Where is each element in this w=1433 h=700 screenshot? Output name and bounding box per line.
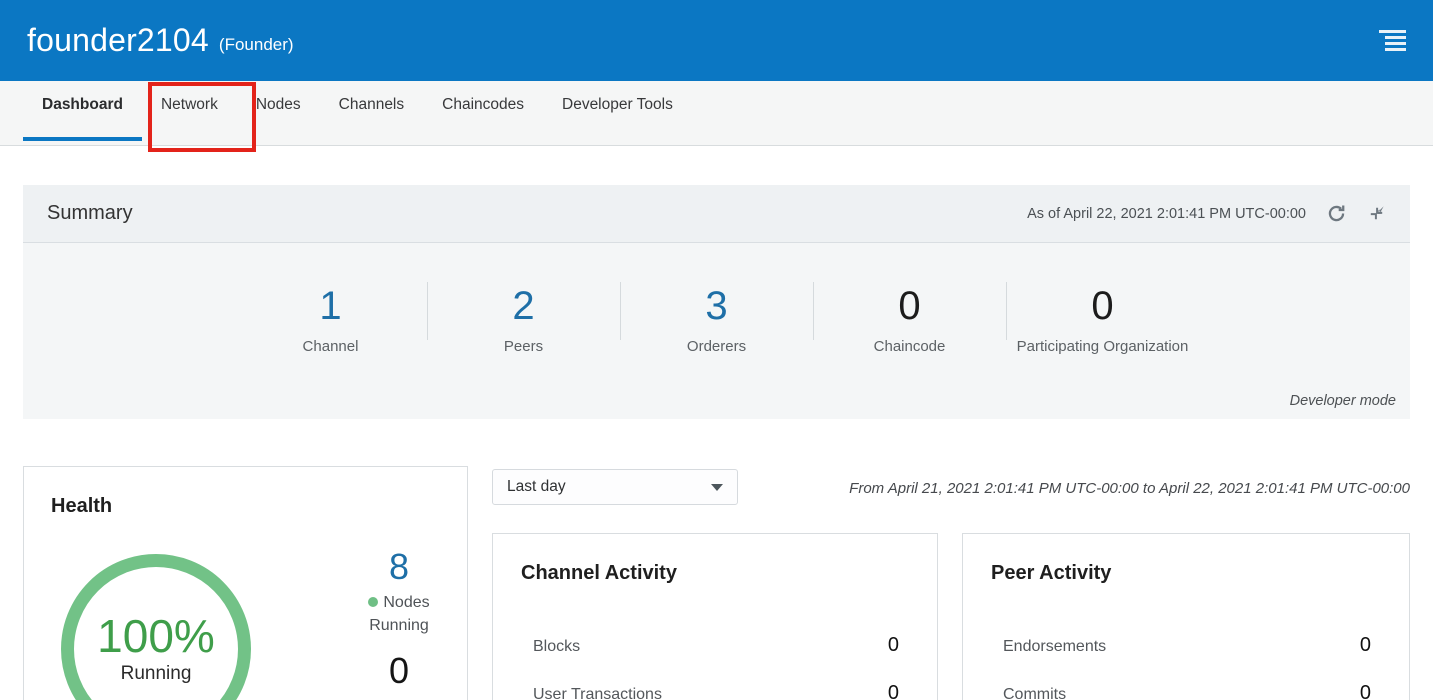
endorsements-label: Endorsements bbox=[1003, 638, 1106, 656]
table-row: User Transactions 0 bbox=[533, 682, 899, 700]
tab-developer-tools[interactable]: Developer Tools bbox=[543, 81, 692, 141]
stat-channel: 1 Channel bbox=[234, 284, 427, 357]
health-title: Health bbox=[51, 495, 112, 518]
health-donut: 100% Running bbox=[61, 554, 251, 700]
tab-chaincodes[interactable]: Chaincodes bbox=[423, 81, 543, 141]
commits-label: Commits bbox=[1003, 686, 1066, 700]
collapse-icon[interactable] bbox=[1367, 204, 1386, 223]
instance-title: founder2104 bbox=[27, 22, 209, 59]
stat-peers-value: 2 bbox=[427, 284, 620, 328]
nodes-running-label-text: Nodes Running bbox=[369, 594, 429, 634]
health-percent: 100% bbox=[97, 613, 215, 659]
health-card: Health 100% Running 8 Nodes Running 0 bbox=[23, 466, 468, 700]
endorsements-value: 0 bbox=[1360, 634, 1371, 657]
tab-list: Dashboard Network Nodes Channels Chainco… bbox=[23, 81, 1433, 141]
blocks-value: 0 bbox=[888, 634, 899, 657]
peer-activity-title: Peer Activity bbox=[991, 562, 1111, 585]
app-header: founder2104 (Founder) bbox=[0, 0, 1433, 81]
summary-stats: 1 Channel 2 Peers 3 Orderers 0 Chaincode… bbox=[234, 243, 1199, 357]
tab-nodes[interactable]: Nodes bbox=[237, 81, 320, 141]
health-stats-column: 8 Nodes Running 0 bbox=[329, 547, 469, 691]
commits-value: 0 bbox=[1360, 682, 1371, 700]
tab-network[interactable]: Network bbox=[142, 81, 237, 141]
stat-channel-value: 1 bbox=[234, 284, 427, 328]
peer-activity-rows: Endorsements 0 Commits 0 bbox=[1003, 624, 1371, 700]
health-second-value: 0 bbox=[329, 651, 469, 691]
refresh-icon[interactable] bbox=[1326, 203, 1347, 224]
user-transactions-label: User Transactions bbox=[533, 686, 662, 700]
green-status-dot-icon bbox=[368, 597, 378, 607]
hamburger-menu-icon[interactable] bbox=[1379, 30, 1406, 52]
developer-mode-note: Developer mode bbox=[1290, 393, 1396, 409]
stat-chaincode-value: 0 bbox=[813, 284, 1006, 328]
stat-chaincode: 0 Chaincode bbox=[813, 284, 1006, 357]
health-percent-label: Running bbox=[121, 663, 192, 685]
instance-role: (Founder) bbox=[219, 27, 294, 55]
stat-peers-label: Peers bbox=[427, 337, 620, 357]
blocks-label: Blocks bbox=[533, 638, 580, 656]
table-row: Commits 0 bbox=[1003, 682, 1371, 700]
time-range-caption: From April 21, 2021 2:01:41 PM UTC-00:00… bbox=[849, 480, 1410, 497]
user-transactions-value: 0 bbox=[888, 682, 899, 700]
summary-header: Summary As of April 22, 2021 2:01:41 PM … bbox=[23, 185, 1410, 243]
summary-panel: Summary As of April 22, 2021 2:01:41 PM … bbox=[23, 185, 1410, 419]
channel-activity-card: Channel Activity Blocks 0 User Transacti… bbox=[492, 533, 938, 700]
stat-participating-org: 0 Participating Organization bbox=[1006, 284, 1199, 357]
table-row: Blocks 0 bbox=[533, 634, 899, 672]
tab-dashboard[interactable]: Dashboard bbox=[23, 81, 142, 141]
peer-activity-card: Peer Activity Endorsements 0 Commits 0 bbox=[962, 533, 1410, 700]
stat-participating-org-value: 0 bbox=[1006, 284, 1199, 328]
stat-peers: 2 Peers bbox=[427, 284, 620, 357]
tab-channels[interactable]: Channels bbox=[320, 81, 424, 141]
nodes-running-value: 8 bbox=[329, 547, 469, 587]
stat-chaincode-label: Chaincode bbox=[813, 337, 1006, 357]
nodes-running-label: Nodes Running bbox=[353, 591, 445, 637]
stat-participating-org-label: Participating Organization bbox=[1006, 337, 1199, 357]
time-range-selected-value: Last day bbox=[507, 478, 566, 496]
channel-activity-title: Channel Activity bbox=[521, 562, 677, 585]
stat-channel-label: Channel bbox=[234, 337, 427, 357]
summary-title: Summary bbox=[47, 202, 133, 225]
tab-bar: Dashboard Network Nodes Channels Chainco… bbox=[0, 81, 1433, 146]
chevron-down-icon bbox=[711, 484, 723, 491]
time-range-select[interactable]: Last day bbox=[492, 469, 738, 505]
stat-orderers-value: 3 bbox=[620, 284, 813, 328]
stat-orderers-label: Orderers bbox=[620, 337, 813, 357]
stat-orderers: 3 Orderers bbox=[620, 284, 813, 357]
as-of-timestamp: As of April 22, 2021 2:01:41 PM UTC-00:0… bbox=[1027, 206, 1306, 222]
channel-activity-rows: Blocks 0 User Transactions 0 bbox=[533, 624, 899, 700]
table-row: Endorsements 0 bbox=[1003, 634, 1371, 672]
summary-body: 1 Channel 2 Peers 3 Orderers 0 Chaincode… bbox=[23, 243, 1410, 419]
